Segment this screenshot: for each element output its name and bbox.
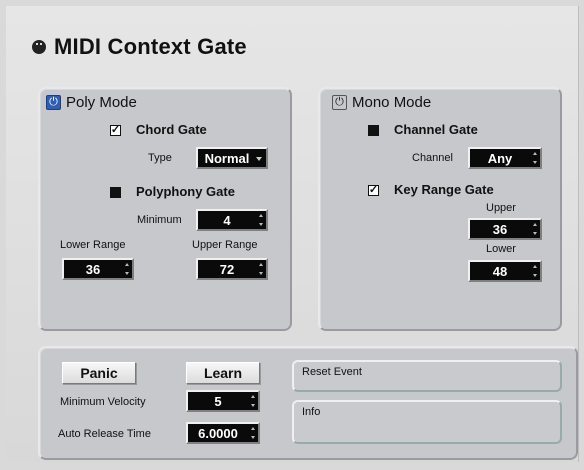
mono-mode-power-icon[interactable]: ⏻ [332, 95, 347, 110]
global-settings-panel: Panic Learn Minimum Velocity 5 Auto Rele… [38, 346, 578, 460]
spinner-icon[interactable] [532, 152, 537, 164]
title-text: MIDI Context Gate [54, 34, 247, 59]
channel-label: Channel [412, 152, 453, 164]
type-dropdown[interactable]: Normal [196, 147, 268, 169]
poly-mode-label: Poly Mode [66, 94, 137, 111]
upper-range-label: Upper Range [192, 239, 258, 251]
page-title: MIDI Context Gate [32, 34, 247, 60]
type-value: Normal [204, 150, 250, 166]
mono-mode-panel: ⏻ Mono Mode Channel Gate Channel Any ✓ K… [318, 87, 562, 331]
panic-button[interactable]: Panic [62, 362, 136, 384]
mono-mode-label: Mono Mode [352, 94, 432, 111]
spinner-icon[interactable] [532, 265, 537, 277]
polyphony-gate-checkbox[interactable] [110, 187, 121, 198]
channel-gate-label: Channel Gate [394, 122, 478, 137]
poly-mode-power-icon[interactable]: ⏻ [46, 95, 61, 110]
learn-button[interactable]: Learn [186, 362, 260, 384]
auto-release-time-stepper[interactable]: 6.0000 [186, 422, 260, 444]
minimum-stepper[interactable]: 4 [196, 209, 268, 231]
lower-stepper[interactable]: 48 [468, 260, 542, 282]
lower-range-stepper[interactable]: 36 [62, 258, 134, 280]
upper-range-stepper[interactable]: 72 [196, 258, 268, 280]
chord-gate-checkbox[interactable]: ✓ [110, 125, 121, 136]
spinner-icon[interactable] [258, 214, 263, 226]
polyphony-gate-label: Polyphony Gate [136, 184, 235, 199]
info-label: Info [302, 406, 321, 418]
reset-event-label: Reset Event [302, 366, 362, 378]
spinner-icon[interactable] [258, 263, 263, 275]
auto-release-time-label: Auto Release Time [58, 428, 151, 440]
chord-gate-label: Chord Gate [136, 122, 207, 137]
reset-event-field[interactable]: Reset Event [292, 360, 562, 392]
poly-mode-panel: ⏻ Poly Mode ✓ Chord Gate Type Normal Pol… [38, 87, 292, 331]
spinner-icon[interactable] [250, 395, 255, 407]
minimum-value: 4 [223, 212, 231, 228]
lower-value: 48 [492, 263, 508, 279]
minimum-velocity-value: 5 [214, 393, 222, 409]
upper-stepper[interactable]: 36 [468, 218, 542, 240]
channel-value: Any [487, 150, 513, 166]
type-label: Type [148, 152, 172, 164]
lower-range-label: Lower Range [60, 239, 126, 251]
minimum-velocity-stepper[interactable]: 5 [186, 390, 260, 412]
spinner-icon[interactable] [532, 223, 537, 235]
lower-label: Lower [486, 243, 516, 255]
key-range-gate-checkbox[interactable]: ✓ [368, 185, 379, 196]
upper-label: Upper [486, 202, 516, 214]
lower-range-value: 36 [85, 261, 101, 277]
key-range-gate-label: Key Range Gate [394, 182, 494, 197]
chevron-down-icon [256, 157, 262, 161]
spinner-icon[interactable] [250, 427, 255, 439]
auto-release-time-value: 6.0000 [198, 425, 238, 441]
info-field: Info [292, 400, 562, 444]
minimum-label: Minimum [137, 214, 182, 226]
upper-value: 36 [492, 221, 508, 237]
midi-port-icon [32, 40, 46, 54]
upper-range-value: 72 [219, 261, 235, 277]
minimum-velocity-label: Minimum Velocity [60, 396, 146, 408]
channel-stepper[interactable]: Any [468, 147, 542, 169]
spinner-icon[interactable] [124, 263, 129, 275]
channel-gate-checkbox[interactable] [368, 125, 379, 136]
